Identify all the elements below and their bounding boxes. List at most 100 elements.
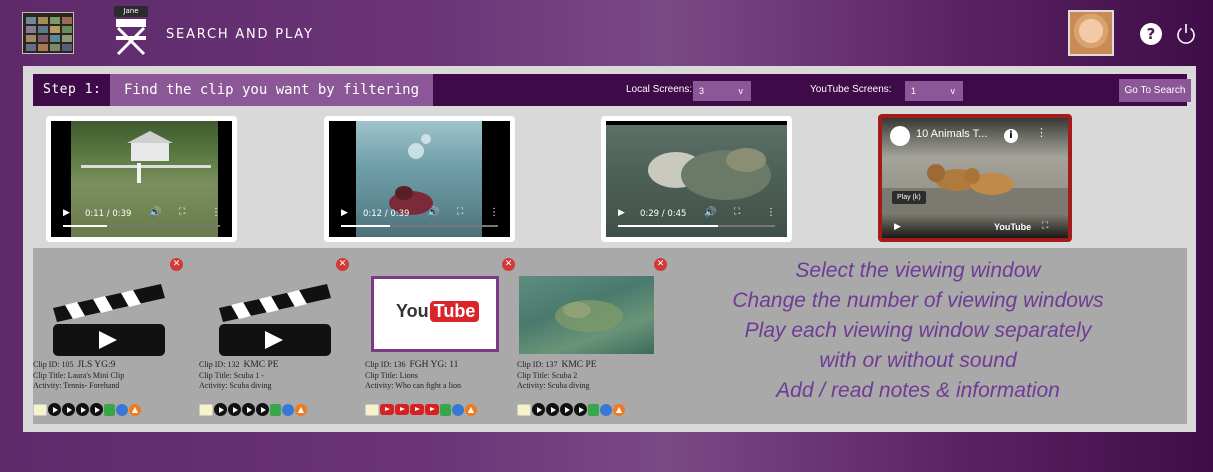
play-icon[interactable]: ▶	[618, 208, 625, 218]
save-icon[interactable]	[270, 403, 281, 416]
play-screen-3-icon[interactable]	[242, 403, 255, 416]
play-screen-2-icon[interactable]	[228, 403, 241, 416]
volume-icon[interactable]: 🔊	[427, 207, 439, 218]
video-player[interactable]: ▶ 0:11 / 0:39 🔊 ⛶ ⋮	[51, 121, 232, 237]
clip-meta: Clip ID: 137 KMC PE Clip Title: Scuba 2 A…	[517, 360, 597, 392]
clip-tags: FGH YG: 11	[409, 360, 459, 370]
fullscreen-icon[interactable]: ⛶	[457, 207, 463, 217]
save-icon[interactable]	[104, 403, 115, 416]
notes-icon[interactable]	[116, 403, 128, 416]
youtube-screens-select[interactable]: 1 v	[905, 81, 963, 101]
video-progress-bar[interactable]	[618, 225, 775, 227]
play-screen-1-icon[interactable]	[48, 403, 61, 416]
fullscreen-icon[interactable]: ⛶	[734, 207, 740, 217]
play-screen-2-icon[interactable]	[62, 403, 75, 416]
notes-icon[interactable]	[452, 403, 464, 416]
feature-line: Play each viewing window separately	[744, 319, 1092, 342]
youtube-play-icon[interactable]	[380, 404, 394, 415]
top-bar: Jane SEARCH AND PLAY ?	[0, 0, 1213, 66]
help-icon[interactable]: ?	[1140, 23, 1162, 45]
chevron-down-icon: v	[950, 86, 956, 96]
clip-actions: ▲	[199, 399, 308, 416]
go-to-search-button[interactable]: Go To Search	[1119, 79, 1191, 102]
notes-icon[interactable]	[282, 403, 294, 416]
youtube-thumbnail: You Tube	[371, 276, 499, 352]
power-icon[interactable]	[1174, 22, 1198, 46]
fullscreen-icon[interactable]: ⛶	[1042, 221, 1048, 231]
viewing-window-2[interactable]: ▶ 0:12 / 0:39 🔊 ⛶ ⋮	[324, 116, 515, 242]
clip-card[interactable]: ✕ You Tube Clip ID: 136 FGH YG: 11 Clip Ti…	[365, 258, 515, 418]
feature-line: Add / read notes & information	[776, 379, 1060, 402]
feature-line: Change the number of viewing windows	[732, 289, 1104, 312]
play-screen-3-icon[interactable]	[76, 403, 89, 416]
note-icon[interactable]	[199, 403, 213, 416]
notes-icon[interactable]	[600, 403, 612, 416]
video-controls: ▶ 0:12 / 0:39 🔊 ⛶ ⋮	[329, 203, 510, 237]
youtube-viewing-window[interactable]: 10 Animals T... i ⋮ Play (k) ▶ YouTube ⛶	[878, 114, 1072, 242]
video-player[interactable]: ▶ 0:12 / 0:39 🔊 ⛶ ⋮	[329, 121, 510, 237]
close-icon[interactable]: ✕	[336, 258, 349, 271]
upload-icon[interactable]: ▲	[465, 403, 477, 416]
volume-icon[interactable]: 🔊	[149, 207, 161, 218]
play-screen-1-icon[interactable]	[532, 403, 545, 416]
play-icon[interactable]: ▶	[63, 208, 70, 218]
play-screen-4-icon[interactable]	[256, 403, 269, 416]
youtube-brand[interactable]: YouTube	[994, 222, 1031, 232]
youtube-logo-tube: Tube	[429, 301, 480, 322]
youtube-play-icon[interactable]	[410, 404, 424, 415]
note-icon[interactable]	[365, 403, 379, 416]
clip-actions: ▲	[33, 399, 142, 416]
director-chair-icon[interactable]: Jane	[108, 6, 154, 58]
save-icon[interactable]	[440, 403, 451, 416]
local-screens-label: Local Screens:	[626, 84, 693, 95]
more-options-icon[interactable]: ⋮	[766, 207, 776, 218]
upload-icon[interactable]: ▲	[129, 403, 141, 416]
clip-id: Clip ID: 105	[33, 360, 74, 369]
video-progress-bar[interactable]	[341, 225, 498, 227]
play-tooltip: Play (k)	[892, 191, 926, 204]
play-icon[interactable]: ▶	[894, 222, 901, 232]
youtube-screens-value: 1	[911, 86, 917, 96]
video-progress-bar[interactable]	[63, 225, 220, 227]
info-icon[interactable]: i	[1004, 129, 1018, 143]
clip-card[interactable]: ✕ Clip ID: 105 JLS YG:9 Clip Title: Laura…	[33, 258, 183, 418]
app-logo[interactable]	[22, 12, 74, 54]
play-screen-4-icon[interactable]	[90, 403, 103, 416]
viewing-window-3[interactable]: ▶ 0:29 / 0:45 🔊 ⛶ ⋮	[601, 116, 792, 242]
play-screen-3-icon[interactable]	[560, 403, 573, 416]
local-screens-select[interactable]: 3 v	[693, 81, 751, 101]
clip-actions: ▲	[517, 399, 626, 416]
more-options-icon[interactable]: ⋮	[1036, 126, 1047, 139]
video-player[interactable]: ▶ 0:29 / 0:45 🔊 ⛶ ⋮	[606, 121, 787, 237]
note-icon[interactable]	[33, 403, 47, 416]
video-time: 0:11 / 0:39	[85, 209, 132, 219]
play-screen-1-icon[interactable]	[214, 403, 227, 416]
close-icon[interactable]: ✕	[502, 258, 515, 271]
clip-card[interactable]: ✕ Clip ID: 132 KMC PE Clip Title: Scuba 1…	[199, 258, 349, 418]
clip-id: Clip ID: 132	[199, 360, 240, 369]
viewing-window-1[interactable]: ▶ 0:11 / 0:39 🔊 ⛶ ⋮	[46, 116, 237, 242]
play-icon[interactable]: ▶	[341, 208, 348, 218]
play-screen-4-icon[interactable]	[574, 403, 587, 416]
upload-icon[interactable]: ▲	[295, 403, 307, 416]
more-options-icon[interactable]: ⋮	[489, 207, 499, 218]
user-avatar[interactable]	[1068, 10, 1114, 56]
youtube-video-title[interactable]: 10 Animals T...	[916, 128, 987, 140]
more-options-icon[interactable]: ⋮	[211, 207, 221, 218]
youtube-play-icon[interactable]	[425, 404, 439, 415]
upload-icon[interactable]: ▲	[613, 403, 625, 416]
video-time: 0:12 / 0:39	[363, 209, 410, 219]
main-panel: Step 1: Find the clip you want by filter…	[23, 66, 1196, 432]
fullscreen-icon[interactable]: ⛶	[179, 207, 185, 217]
youtube-play-icon[interactable]	[395, 404, 409, 415]
local-screens-value: 3	[699, 86, 705, 96]
feature-line: with or without sound	[819, 349, 1017, 372]
save-icon[interactable]	[588, 403, 599, 416]
volume-icon[interactable]: 🔊	[704, 207, 716, 218]
close-icon[interactable]: ✕	[170, 258, 183, 271]
feature-list: Select the viewing window Change the num…	[653, 256, 1183, 406]
play-screen-2-icon[interactable]	[546, 403, 559, 416]
clip-card[interactable]: ✕ Clip ID: 137 KMC PE Clip Title: Scuba 2…	[517, 258, 667, 418]
note-icon[interactable]	[517, 403, 531, 416]
channel-icon[interactable]	[890, 126, 910, 146]
